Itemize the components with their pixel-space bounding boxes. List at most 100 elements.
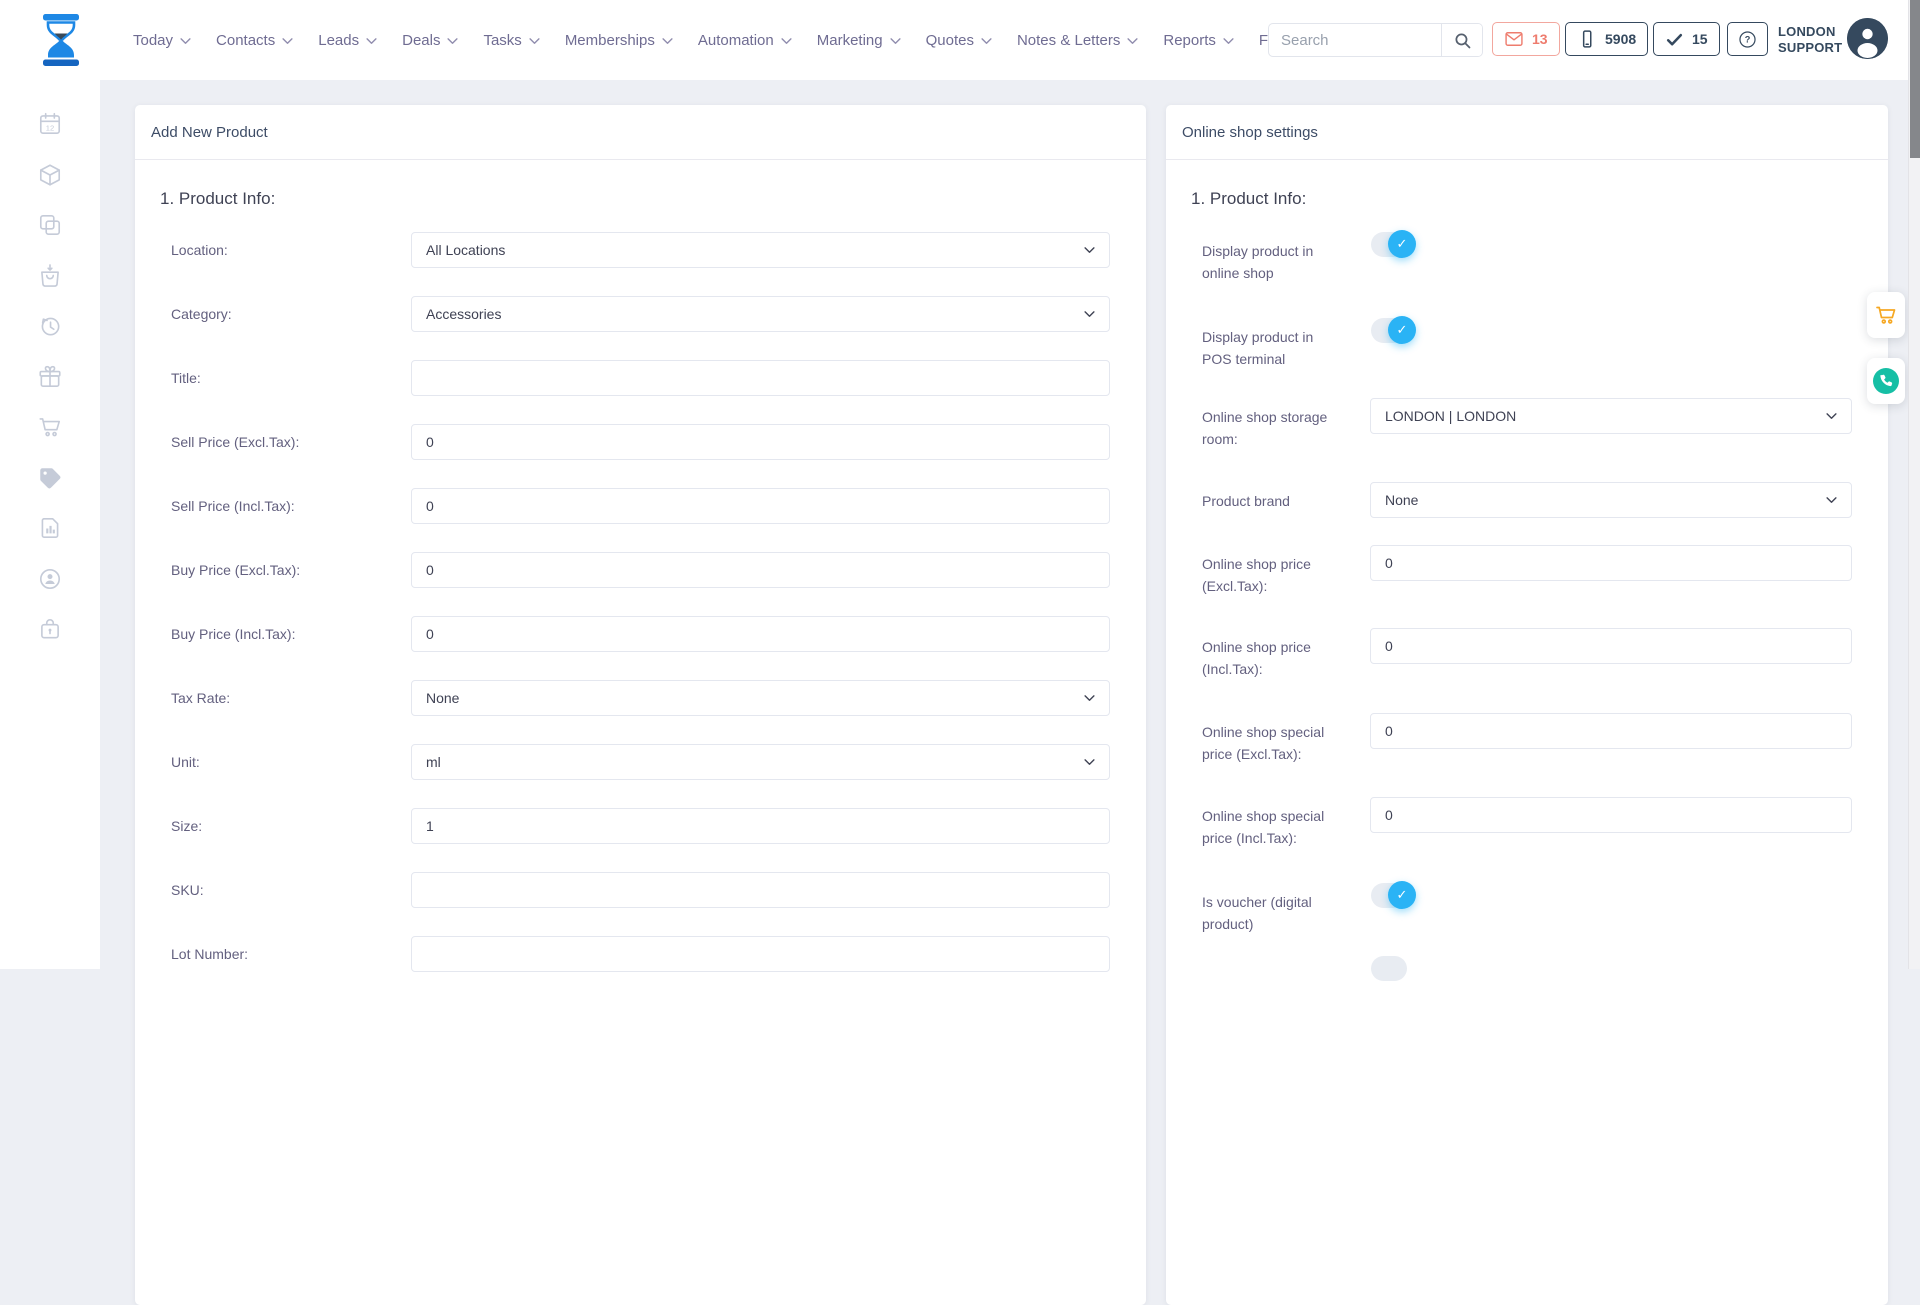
sidebar-item-copy[interactable]: [0, 200, 100, 251]
field-label: Online shop storage room:: [1202, 398, 1370, 450]
form-row-buy-price-incl-tax: Buy Price (Incl.Tax):: [171, 616, 1110, 652]
history-icon: [37, 313, 63, 339]
field-label: Unit:: [171, 751, 411, 773]
field-label: Lot Number:: [171, 943, 411, 965]
cart-fab-button[interactable]: [1867, 292, 1905, 338]
sidebar-item-lock[interactable]: [0, 604, 100, 655]
search-button[interactable]: [1441, 24, 1482, 56]
sell-price-excl-tax-input[interactable]: [411, 424, 1110, 460]
nav-item-label: Deals: [402, 32, 440, 49]
package-icon: [37, 162, 63, 188]
sidebar-item-report[interactable]: [0, 503, 100, 554]
nav-item-memberships[interactable]: Memberships: [565, 32, 673, 49]
copy-icon: [37, 212, 63, 238]
sidebar-item-calendar[interactable]: 12: [0, 99, 100, 150]
field-label: Is voucher (digital product): [1202, 883, 1370, 935]
form-row-online-shop-price-incl-tax: Online shop price (Incl.Tax):: [1202, 628, 1852, 680]
tax-rate-select[interactable]: None: [411, 680, 1110, 716]
scrollbar-thumb[interactable]: [1910, 0, 1920, 158]
section-title: 1. Product Info:: [1191, 186, 1852, 212]
nav-item-label: Notes & Letters: [1017, 32, 1120, 49]
search-box: [1268, 23, 1483, 57]
help-button[interactable]: ?: [1727, 22, 1768, 56]
search-icon: [1452, 30, 1473, 51]
field-label: Online shop price (Excl.Tax):: [1202, 545, 1370, 597]
sell-price-incl-tax-input[interactable]: [411, 488, 1110, 524]
chevron-down-icon: [890, 38, 901, 45]
nav-item-deals[interactable]: Deals: [402, 32, 458, 49]
form-row-display-product-in-pos-terminal: Display product in POS terminal✓: [1202, 318, 1852, 370]
field-label: Online shop special price (Incl.Tax):: [1202, 797, 1370, 849]
calls-badge[interactable]: 5908: [1565, 22, 1648, 56]
add-new-product-card: Add New Product 1. Product Info: Locatio…: [135, 105, 1146, 1305]
search-input[interactable]: [1269, 24, 1441, 56]
form-row-product-brand: Product brandNone: [1202, 482, 1852, 518]
display-product-in-pos-terminal-toggle[interactable]: ✓: [1371, 318, 1407, 343]
category-select[interactable]: Accessories: [411, 296, 1110, 332]
buy-price-excl-tax-input[interactable]: [411, 552, 1110, 588]
product-brand-select[interactable]: None: [1370, 482, 1852, 518]
user-name[interactable]: LONDON SUPPORT: [1778, 24, 1842, 56]
form-row-online-shop-storage-room: Online shop storage room:LONDON | LONDON: [1202, 398, 1852, 450]
envelope-icon: [1504, 29, 1524, 49]
chevron-down-icon: [447, 38, 458, 45]
phone-fab-button[interactable]: [1867, 358, 1905, 404]
nav-item-marketing[interactable]: Marketing: [817, 32, 901, 49]
shopping-bag-icon: [37, 263, 63, 289]
online-shop-storage-room-select[interactable]: LONDON | LONDON: [1370, 398, 1852, 434]
nav-item-tasks[interactable]: Tasks: [483, 32, 539, 49]
location-select[interactable]: All Locations: [411, 232, 1110, 268]
chevron-down-icon: [366, 38, 377, 45]
sidebar-item-gift[interactable]: [0, 352, 100, 403]
unit-select[interactable]: ml: [411, 744, 1110, 780]
vertical-scrollbar[interactable]: [1908, 0, 1920, 969]
online-shop-price-incl-tax-input[interactable]: [1370, 628, 1852, 664]
sidebar-item-shopping-bag[interactable]: [0, 251, 100, 302]
online-shop-special-price-incl-tax-input[interactable]: [1370, 797, 1852, 833]
nav-item-label: Memberships: [565, 32, 655, 49]
sidebar-item-history[interactable]: [0, 301, 100, 352]
online-shop-price-excl-tax-input[interactable]: [1370, 545, 1852, 581]
select-value: ml: [426, 754, 441, 770]
field-label: Display product in POS terminal: [1202, 318, 1370, 370]
nav-item-today[interactable]: Today: [133, 32, 191, 49]
form-row-sell-price-incl-tax: Sell Price (Incl.Tax):: [171, 488, 1110, 524]
form-row-display-product-in-online-shop: Display product in online shop✓: [1202, 232, 1852, 284]
form-row-title: Title:: [171, 360, 1110, 396]
field-label: Display product in online shop: [1202, 232, 1370, 284]
sku-input[interactable]: [411, 872, 1110, 908]
cart-icon: [37, 414, 63, 440]
chevron-down-icon: [1084, 311, 1095, 318]
nav-item-leads[interactable]: Leads: [318, 32, 377, 49]
mobile-phone-icon: [1577, 29, 1597, 49]
online-shop-special-price-excl-tax-input[interactable]: [1370, 713, 1852, 749]
tasks-badge[interactable]: 15: [1653, 22, 1720, 56]
sidebar-item-tag[interactable]: [0, 453, 100, 504]
lot-number-input[interactable]: [411, 936, 1110, 972]
nav-item-automation[interactable]: Automation: [698, 32, 792, 49]
sidebar-item-package[interactable]: [0, 150, 100, 201]
title-input[interactable]: [411, 360, 1110, 396]
top-bar: Today Contacts Leads Deals Tasks Memberships A…: [0, 0, 1920, 80]
hourglass-logo-icon: [33, 12, 89, 68]
sidebar-item-cart[interactable]: [0, 402, 100, 453]
card-title: Add New Product: [135, 105, 1146, 160]
nav-item-contacts[interactable]: Contacts: [216, 32, 293, 49]
nav-item-notes-letters[interactable]: Notes & Letters: [1017, 32, 1138, 49]
field-label: Buy Price (Incl.Tax):: [171, 623, 411, 645]
form-row-online-shop-special-price-excl-tax: Online shop special price (Excl.Tax):: [1202, 713, 1852, 765]
buy-price-incl-tax-input[interactable]: [411, 616, 1110, 652]
size-input[interactable]: [411, 808, 1110, 844]
is-voucher-digital-product-toggle[interactable]: ✓: [1371, 883, 1407, 908]
nav-item-reports[interactable]: Reports: [1163, 32, 1234, 49]
avatar[interactable]: [1847, 18, 1888, 59]
field-label: Sell Price (Excl.Tax):: [171, 431, 411, 453]
nav-item-quotes[interactable]: Quotes: [926, 32, 992, 49]
messages-badge[interactable]: 13: [1492, 22, 1560, 56]
display-product-in-online-shop-toggle[interactable]: ✓: [1371, 232, 1407, 257]
sidebar-item-support[interactable]: [0, 554, 100, 605]
checkmark-icon: [1665, 30, 1684, 49]
app-logo[interactable]: [33, 12, 89, 68]
form-row-unit: Unit: ml: [171, 744, 1110, 780]
svg-text:?: ?: [1745, 34, 1751, 44]
